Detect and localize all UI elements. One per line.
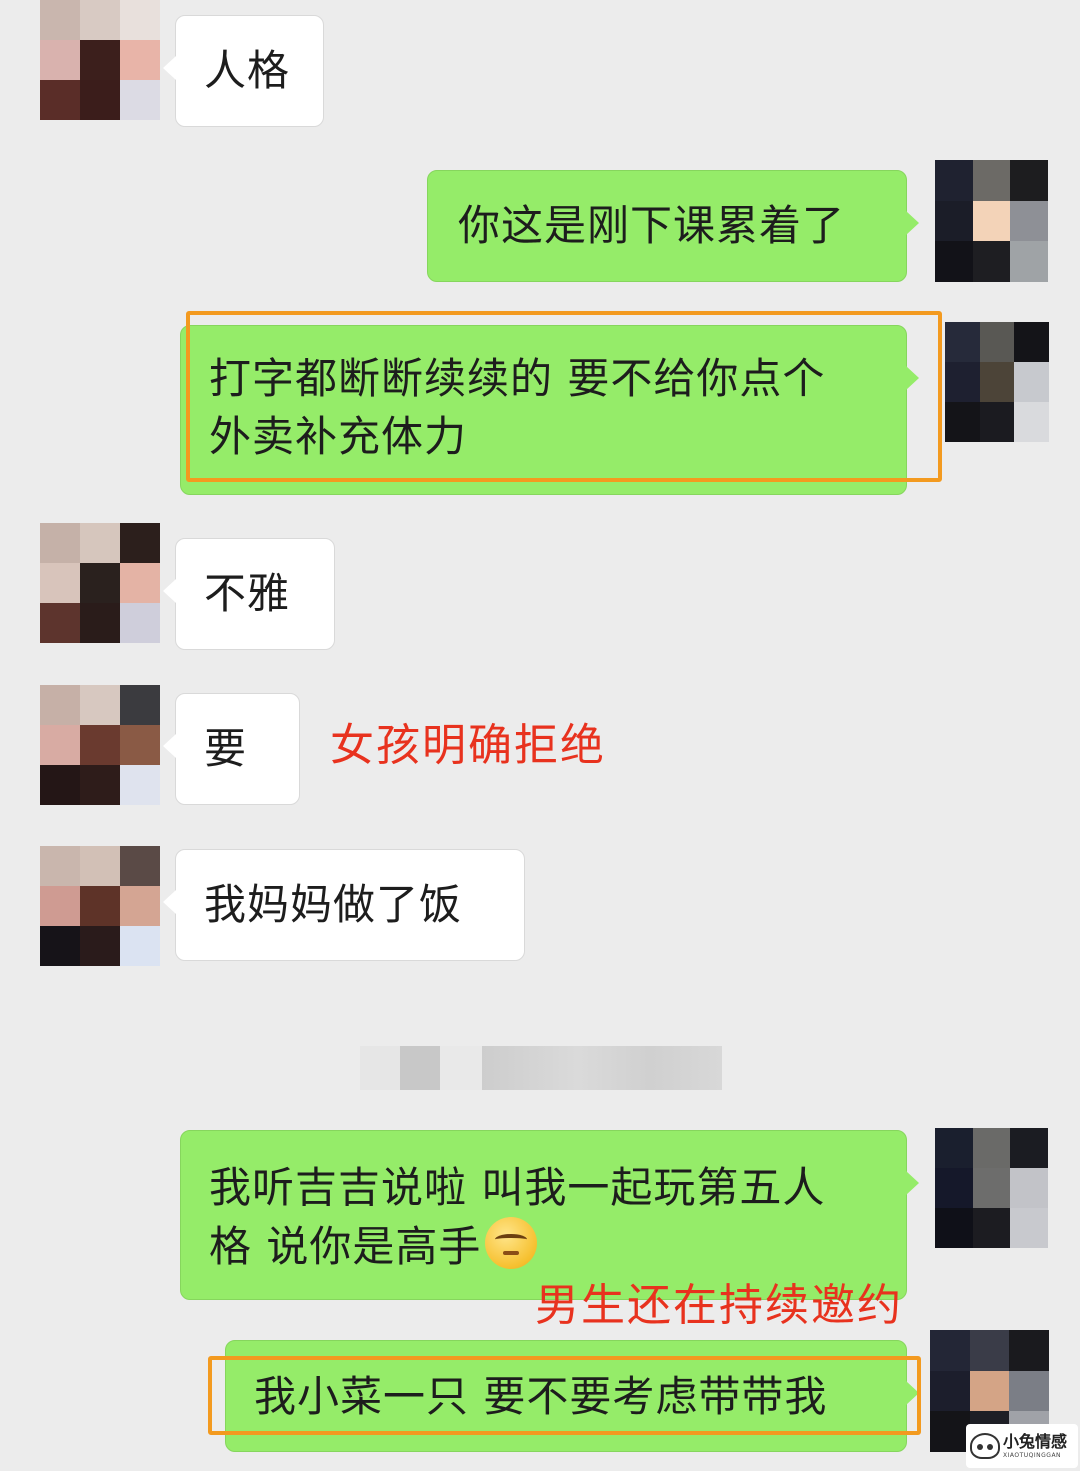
- outgoing-message-bubble[interactable]: 我小菜一只 要不要考虑带带我: [225, 1340, 919, 1452]
- outgoing-message-bubble[interactable]: 我听吉吉说啦 叫我一起玩第五人 格 说你是高手: [180, 1130, 919, 1300]
- incoming-avatar[interactable]: [40, 685, 160, 805]
- smirk-emoji-icon: [485, 1217, 538, 1269]
- incoming-message-bubble[interactable]: 我妈妈做了饭: [163, 849, 525, 961]
- annotation-girl-refuses: 女孩明确拒绝: [330, 720, 606, 771]
- message-text-line-2: 格 说你是高手: [209, 1217, 878, 1276]
- annotation-boy-keeps-inviting: 男生还在持续邀约: [535, 1280, 903, 1331]
- message-text: 人格: [204, 46, 291, 95]
- watermark: 小兔情感 XIAOTUQINGGAN: [966, 1424, 1078, 1468]
- message-text-line-1: 我听吉吉说啦 叫我一起玩第五人: [209, 1163, 826, 1212]
- incoming-message-bubble[interactable]: 不雅: [163, 538, 335, 650]
- blurred-timestamp: [360, 1045, 728, 1091]
- watermark-text: 小兔情感: [1003, 1431, 1068, 1451]
- message-text: 要: [204, 724, 248, 773]
- own-avatar[interactable]: [935, 160, 1048, 282]
- incoming-avatar[interactable]: [40, 0, 160, 120]
- incoming-avatar[interactable]: [40, 523, 160, 643]
- message-text-line-1: 打字都断断续续的 要不给你点个: [209, 354, 826, 403]
- message-text-line-2-text: 格 说你是高手: [209, 1222, 482, 1271]
- outgoing-message-bubble[interactable]: 你这是刚下课累着了: [427, 170, 919, 282]
- own-avatar[interactable]: [935, 1128, 1048, 1248]
- message-text: 我妈妈做了饭: [204, 880, 463, 929]
- incoming-message-bubble[interactable]: 要: [163, 693, 300, 805]
- outgoing-message-bubble[interactable]: 打字都断断续续的 要不给你点个 外卖补充体力: [180, 325, 919, 495]
- bunny-logo-icon: [970, 1433, 1000, 1459]
- message-text: 你这是刚下课累着了: [458, 201, 846, 250]
- message-text-line-2: 外卖补充体力: [209, 412, 468, 461]
- incoming-avatar[interactable]: [40, 846, 160, 966]
- watermark-subtext: XIAOTUQINGGAN: [1003, 1451, 1062, 1459]
- message-text: 不雅: [204, 569, 291, 618]
- incoming-message-bubble[interactable]: 人格: [163, 15, 324, 127]
- message-text: 我小菜一只 要不要考虑带带我: [254, 1372, 828, 1421]
- own-avatar[interactable]: [945, 322, 1049, 442]
